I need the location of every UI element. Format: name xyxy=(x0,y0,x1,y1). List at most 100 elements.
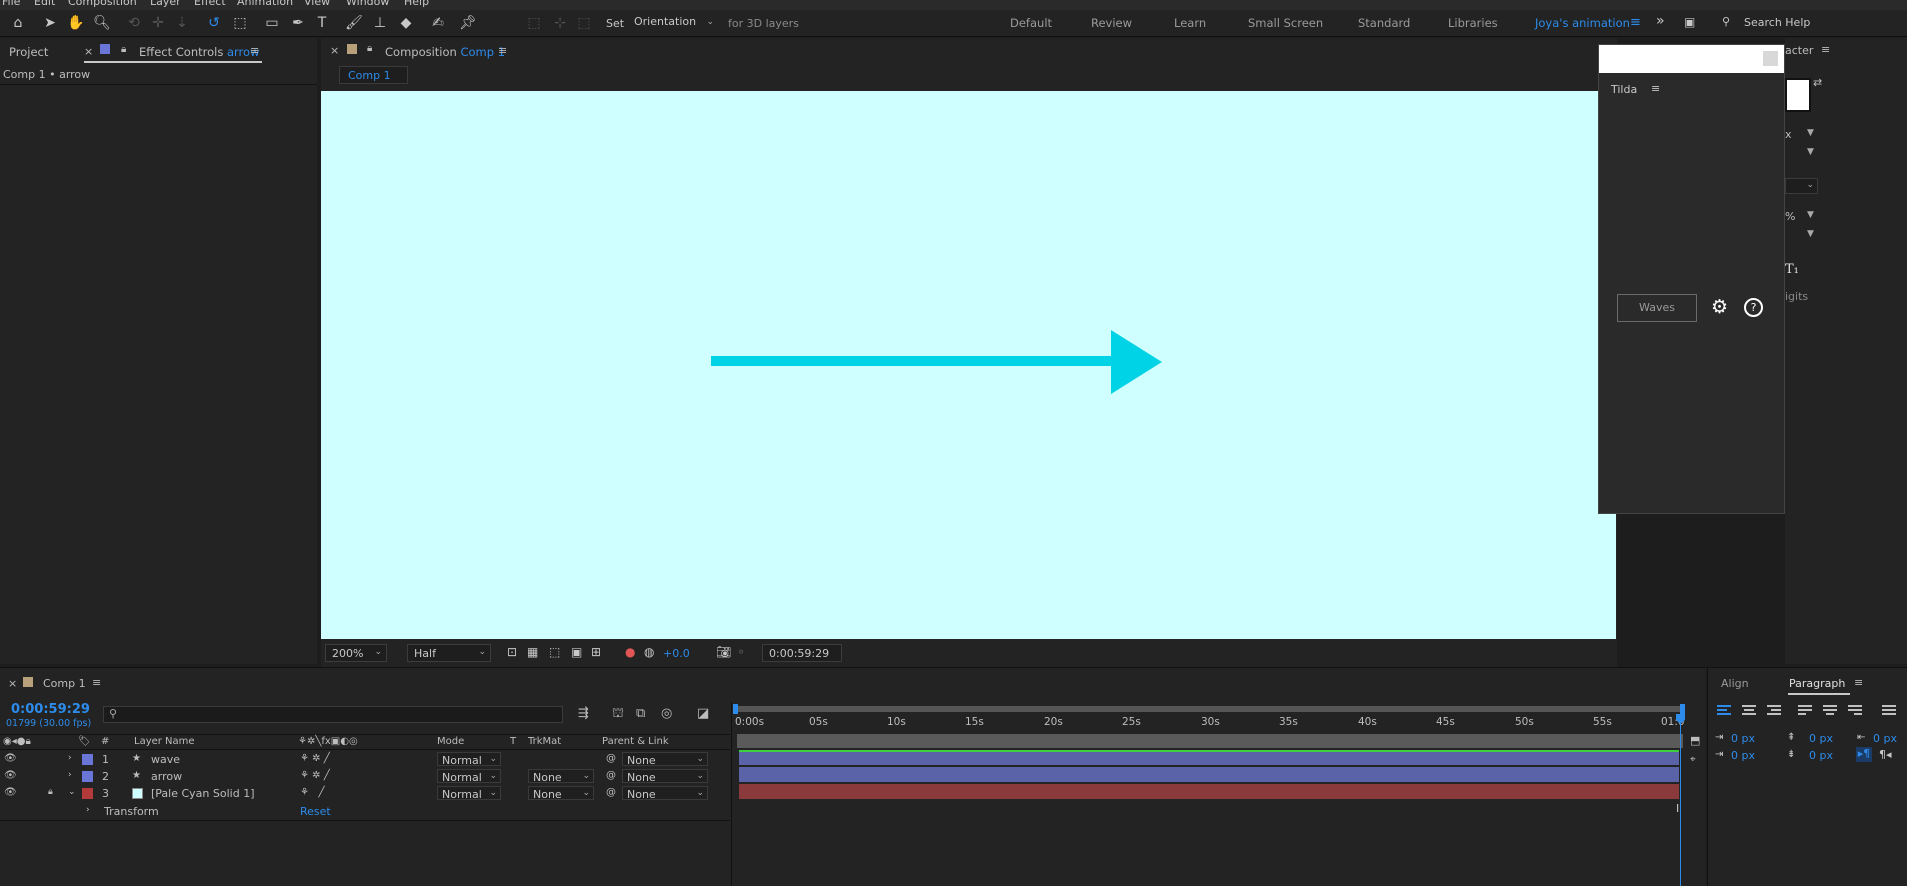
work-area-bar[interactable] xyxy=(737,706,1683,712)
tab-composition[interactable]: Composition Comp 1 xyxy=(385,45,505,59)
show-snapshot-icon[interactable]: ⚬ xyxy=(736,645,746,659)
chevron-down-icon[interactable]: ▼ xyxy=(1807,128,1814,138)
playhead[interactable] xyxy=(1680,714,1681,886)
workspace-joyas-animation[interactable]: Joya's animation xyxy=(1535,16,1630,30)
menu-effect[interactable]: Effect xyxy=(194,0,226,8)
help-icon[interactable]: ? xyxy=(1744,298,1763,317)
gear-icon[interactable]: ⚙ xyxy=(1711,296,1728,318)
workspace-learn[interactable]: Learn xyxy=(1174,16,1206,30)
rectangle-tool-icon[interactable]: ▭ xyxy=(262,14,282,32)
layer-label-swatch[interactable] xyxy=(82,771,93,782)
zoom-tool-icon[interactable]: 🔍︎ xyxy=(92,14,112,32)
trkmat-dropdown[interactable]: None ⌄ xyxy=(528,769,594,784)
close-icon[interactable]: × xyxy=(84,45,93,58)
reset-link[interactable]: Reset xyxy=(300,805,331,818)
justify-center-icon[interactable] xyxy=(1823,705,1837,717)
close-icon[interactable]: × xyxy=(330,44,339,57)
justify-left-icon[interactable] xyxy=(1798,705,1812,717)
roto-brush-icon[interactable]: ✍ xyxy=(428,14,448,32)
chevron-down-icon[interactable]: ▼ xyxy=(1807,229,1814,239)
stroke-color-swatch[interactable] xyxy=(1785,78,1811,112)
shy-switch-icon[interactable]: ⚘ ✲ ╱ xyxy=(300,770,330,781)
eye-icon[interactable]: 👁︎ xyxy=(4,770,17,781)
eye-icon[interactable]: 👁︎ xyxy=(4,787,17,798)
home-icon[interactable]: ⌂ xyxy=(8,14,28,32)
menu-file[interactable]: File xyxy=(2,0,20,8)
pick-whip-icon[interactable]: @ xyxy=(606,753,616,764)
panel-menu-icon[interactable]: ≡ xyxy=(92,676,101,689)
tab-paragraph[interactable]: Paragraph xyxy=(1789,677,1845,690)
workspace-libraries[interactable]: Libraries xyxy=(1448,16,1498,30)
layer-label-swatch[interactable] xyxy=(82,788,93,799)
layer-name[interactable]: [Pale Cyan Solid 1] xyxy=(151,787,255,800)
panel-menu-icon[interactable]: ≡ xyxy=(1854,676,1863,689)
chevron-down-icon[interactable]: ▼ xyxy=(1807,147,1814,157)
pen-tool-icon[interactable]: ✒ xyxy=(288,14,308,32)
parent-dropdown[interactable]: None ⌄ xyxy=(622,752,708,767)
current-time-display[interactable]: 0:00:59:29 xyxy=(762,644,842,662)
layer-search-input[interactable]: ⚲ xyxy=(103,706,563,723)
menu-view[interactable]: View xyxy=(304,0,330,8)
tab-effect-controls[interactable]: Effect Controls arrow xyxy=(139,45,259,59)
waves-button[interactable]: Waves xyxy=(1617,294,1697,322)
workspace-default[interactable]: Default xyxy=(1010,16,1052,30)
justify-all-icon[interactable] xyxy=(1882,705,1896,717)
type-tool-icon[interactable]: T xyxy=(312,14,332,32)
fast-previews-icon[interactable]: ⊡ xyxy=(507,645,517,659)
menu-help[interactable]: Help xyxy=(404,0,429,8)
orbit-camera-icon[interactable]: ⟲ xyxy=(124,14,144,32)
workspace-review[interactable]: Review xyxy=(1091,16,1132,30)
shy-switch-icon[interactable]: ⚘ ✲ ╱ xyxy=(300,753,330,764)
pan-behind-icon[interactable]: ⬚ xyxy=(230,14,250,32)
menu-composition[interactable]: Composition xyxy=(68,0,137,8)
grid-guides-icon[interactable]: ⊞ xyxy=(591,645,601,659)
tab-character[interactable]: acter xyxy=(1785,44,1813,57)
local-axis-icon[interactable]: ⬚ xyxy=(524,14,544,32)
work-area-start-handle[interactable] xyxy=(733,704,738,714)
hand-tool-icon[interactable]: ✋ xyxy=(66,14,86,32)
workspace-small-screen[interactable]: Small Screen xyxy=(1248,16,1323,30)
layer-row[interactable]: 👁︎ 🔒︎ ⌄ 3 [Pale Cyan Solid 1] ⚘ ╱ Normal… xyxy=(0,785,730,802)
menu-edit[interactable]: Edit xyxy=(34,0,55,8)
brush-tool-icon[interactable]: 🖌︎ xyxy=(344,14,364,32)
search-icon[interactable]: ⚲ xyxy=(1722,15,1730,28)
panel-menu-icon[interactable]: ≡ xyxy=(1821,43,1830,56)
close-icon[interactable]: × xyxy=(8,677,17,690)
indent-right-value[interactable]: 0 px xyxy=(1873,732,1897,745)
first-line-indent-value[interactable]: 0 px xyxy=(1731,749,1755,762)
layer-name-header[interactable]: Layer Name xyxy=(134,736,195,747)
transform-row[interactable]: › Transform Reset xyxy=(0,803,730,820)
pick-whip-icon[interactable]: @ xyxy=(606,787,616,798)
stroke-type-dropdown[interactable]: ⌄ xyxy=(1785,178,1818,194)
panel-menu-icon[interactable]: ≡ xyxy=(1651,82,1660,95)
color-management-icon[interactable]: ◍ xyxy=(644,645,654,659)
menu-layer[interactable]: Layer xyxy=(150,0,181,8)
expand-chevron-icon[interactable]: › xyxy=(86,805,90,815)
clone-stamp-icon[interactable]: ⊥ xyxy=(370,14,390,32)
graph-editor-icon[interactable]: ◪ xyxy=(697,706,709,721)
align-center-icon[interactable] xyxy=(1742,705,1756,717)
composition-flowchart-icon[interactable]: ⇶ xyxy=(578,706,589,721)
lock-icon[interactable]: 🔒︎ xyxy=(121,44,126,55)
layer-label-swatch[interactable] xyxy=(82,754,93,765)
tab-align[interactable]: Align xyxy=(1721,677,1749,690)
workspace-menu-icon[interactable]: ≡ xyxy=(1630,15,1641,30)
menu-animation[interactable]: Animation xyxy=(237,0,293,8)
work-area-end-handle[interactable] xyxy=(1680,704,1685,714)
panel-menu-icon[interactable]: ≡ xyxy=(250,44,259,57)
tab-timeline-comp[interactable]: Comp 1 xyxy=(43,677,86,690)
draft-3d-icon[interactable]: ⛫ xyxy=(612,706,624,723)
layer-row[interactable]: 👁︎ › 2 ★ arrow ⚘ ✲ ╱ Normal ⌄ None ⌄ @ Non… xyxy=(0,768,730,785)
expand-chevron-icon[interactable]: › xyxy=(68,753,72,763)
pan-camera-icon[interactable]: ✛ xyxy=(148,14,168,32)
pick-whip-icon[interactable]: @ xyxy=(606,770,616,781)
timeline-timecode[interactable]: 0:00:59:29 xyxy=(11,702,90,717)
eye-icon[interactable]: 👁︎ xyxy=(4,753,17,764)
layer-bar-wave[interactable] xyxy=(739,750,1679,765)
layer-name[interactable]: arrow xyxy=(151,770,182,783)
align-left-icon[interactable] xyxy=(1717,705,1731,717)
indent-left-value[interactable]: 0 px xyxy=(1731,732,1755,745)
collapse-chevron-icon[interactable]: ⌄ xyxy=(68,787,76,797)
parent-dropdown[interactable]: None ⌄ xyxy=(622,786,708,801)
blend-mode-dropdown[interactable]: Normal ⌄ xyxy=(437,786,501,801)
